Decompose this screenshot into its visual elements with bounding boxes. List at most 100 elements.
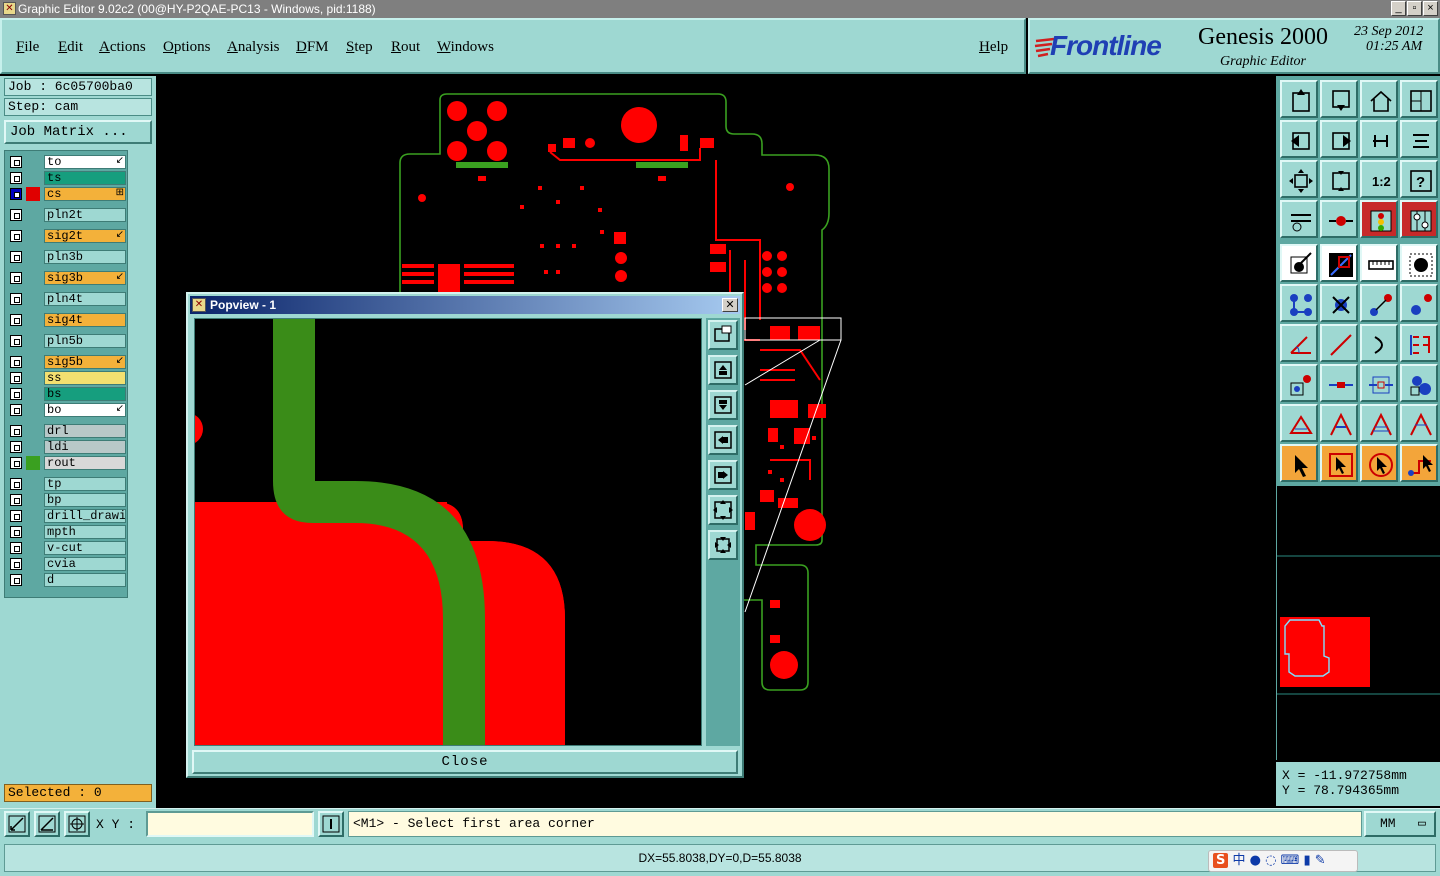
app-icon[interactable]: ✕: [3, 2, 16, 15]
align-icon[interactable]: [1400, 324, 1438, 362]
layer-name[interactable]: rout: [44, 456, 126, 470]
layer-row[interactable]: rout: [8, 456, 126, 470]
layer-name[interactable]: ts: [44, 171, 126, 185]
layer-checkbox[interactable]: [10, 574, 22, 586]
layer-checkbox[interactable]: [10, 526, 22, 538]
popview-zoom-out-icon[interactable]: [708, 530, 738, 560]
menu-analysis[interactable]: Analysis: [227, 39, 280, 56]
menu-actions[interactable]: Actions: [99, 39, 146, 56]
minimize-icon[interactable]: _: [1391, 1, 1406, 16]
layer-row[interactable]: drill_drawing: [8, 509, 126, 523]
grid-mode-icon[interactable]: [64, 811, 90, 837]
layer-row[interactable]: to ↙: [8, 155, 126, 169]
pointer-select-icon[interactable]: [1320, 444, 1358, 482]
ruler-icon[interactable]: [1360, 244, 1398, 282]
menu-file[interactable]: File: [16, 39, 39, 56]
layer-checkbox[interactable]: [10, 388, 22, 400]
layer-checkbox[interactable]: [10, 188, 22, 200]
menu-step[interactable]: Step: [346, 39, 373, 56]
layer-row[interactable]: mpth: [8, 525, 126, 539]
outline-b-icon[interactable]: [1320, 404, 1358, 442]
units-select[interactable]: MM ▭: [1364, 811, 1436, 837]
layer-name[interactable]: sig3b: [44, 271, 126, 285]
layer-name[interactable]: bp: [44, 493, 126, 507]
move-feature-icon[interactable]: [1360, 284, 1398, 322]
layer-name[interactable]: to: [44, 155, 126, 169]
select-arrow-icon[interactable]: [1280, 244, 1318, 282]
layer-row[interactable]: cs ⊞: [8, 187, 126, 201]
layer-name[interactable]: pln2t: [44, 208, 126, 222]
layer-row[interactable]: sig3b ↙: [8, 271, 126, 285]
pan-left-icon[interactable]: [1280, 120, 1318, 158]
layer-checkbox[interactable]: [10, 372, 22, 384]
outline-d-icon[interactable]: [1400, 404, 1438, 442]
layer-row[interactable]: pln2t: [8, 208, 126, 222]
pad-icon[interactable]: [1400, 244, 1438, 282]
layer-row[interactable]: pln5b: [8, 334, 126, 348]
layer-checkbox[interactable]: [10, 314, 22, 326]
layer-checkbox[interactable]: [10, 441, 22, 453]
layer-row[interactable]: v-cut: [8, 541, 126, 555]
pan-right-icon[interactable]: [1320, 120, 1358, 158]
layer-row[interactable]: bo ↙: [8, 403, 126, 417]
xy-input[interactable]: [146, 811, 314, 837]
outline-a-icon[interactable]: [1280, 404, 1318, 442]
popview-pan-up-icon[interactable]: [708, 355, 738, 385]
layer-name[interactable]: sig4t: [44, 313, 126, 327]
popview-canvas[interactable]: [194, 318, 702, 746]
pointer-net-icon[interactable]: [1400, 444, 1438, 482]
line-draw-icon[interactable]: [1320, 324, 1358, 362]
save-job-icon[interactable]: [1320, 80, 1358, 118]
layer-name[interactable]: ldi: [44, 440, 126, 454]
net-icon[interactable]: [1280, 284, 1318, 322]
popview-pan-left-icon[interactable]: [708, 425, 738, 455]
edit-shape-icon[interactable]: [1320, 244, 1358, 282]
layer-checkbox[interactable]: [10, 156, 22, 168]
layer-checkbox[interactable]: [10, 356, 22, 368]
split-view-icon[interactable]: [1400, 80, 1438, 118]
layer-name[interactable]: ss: [44, 371, 126, 385]
open-job-icon[interactable]: [1280, 80, 1318, 118]
probe-icon[interactable]: [1320, 200, 1358, 238]
close-icon[interactable]: ×: [1423, 1, 1438, 16]
layer-checkbox[interactable]: [10, 335, 22, 347]
popview-zoom-in-icon[interactable]: [708, 495, 738, 525]
help-icon[interactable]: ?: [1400, 160, 1438, 198]
layer-checkbox[interactable]: [10, 457, 22, 469]
zoom-out-icon[interactable]: [1320, 160, 1358, 198]
layer-checkbox[interactable]: [10, 230, 22, 242]
menu-rout[interactable]: Rout: [391, 39, 420, 56]
info-icon[interactable]: [318, 811, 344, 837]
layer-row[interactable]: pln4t: [8, 292, 126, 306]
layer-checkbox[interactable]: [10, 251, 22, 263]
layer-name[interactable]: pln4t: [44, 292, 126, 306]
layer-checkbox[interactable]: [10, 510, 22, 522]
layer-display-icon[interactable]: [1360, 200, 1398, 238]
menu-help[interactable]: Help: [979, 39, 1008, 56]
layer-row[interactable]: d: [8, 573, 126, 587]
zoom-in-icon[interactable]: [1280, 160, 1318, 198]
layer-checkbox[interactable]: [10, 209, 22, 221]
layer-name[interactable]: drl: [44, 424, 126, 438]
layer-name[interactable]: d: [44, 573, 126, 587]
outline-c-icon[interactable]: [1360, 404, 1398, 442]
layer-name[interactable]: pln5b: [44, 334, 126, 348]
layer-name[interactable]: bo: [44, 403, 126, 417]
layer-row[interactable]: bp: [8, 493, 126, 507]
layer-checkbox[interactable]: [10, 425, 22, 437]
pointer-icon[interactable]: [1280, 444, 1318, 482]
snap-mode-icon[interactable]: [4, 811, 30, 837]
popview-titlebar[interactable]: Popview - 1: [190, 296, 740, 314]
popview-close-button[interactable]: Close: [192, 750, 738, 774]
trace-icon[interactable]: [1320, 364, 1358, 402]
pad-add-icon[interactable]: [1280, 364, 1318, 402]
layer-row[interactable]: tp: [8, 477, 126, 491]
restore-icon[interactable]: ▫: [1407, 1, 1422, 16]
layer-name[interactable]: pln3b: [44, 250, 126, 264]
layer-name[interactable]: bs: [44, 387, 126, 401]
layer-row[interactable]: bs: [8, 387, 126, 401]
layer-row[interactable]: ss: [8, 371, 126, 385]
layer-name[interactable]: mpth: [44, 525, 126, 539]
layer-name[interactable]: cvia: [44, 557, 126, 571]
zoom-ratio-icon[interactable]: 1:2: [1360, 160, 1398, 198]
